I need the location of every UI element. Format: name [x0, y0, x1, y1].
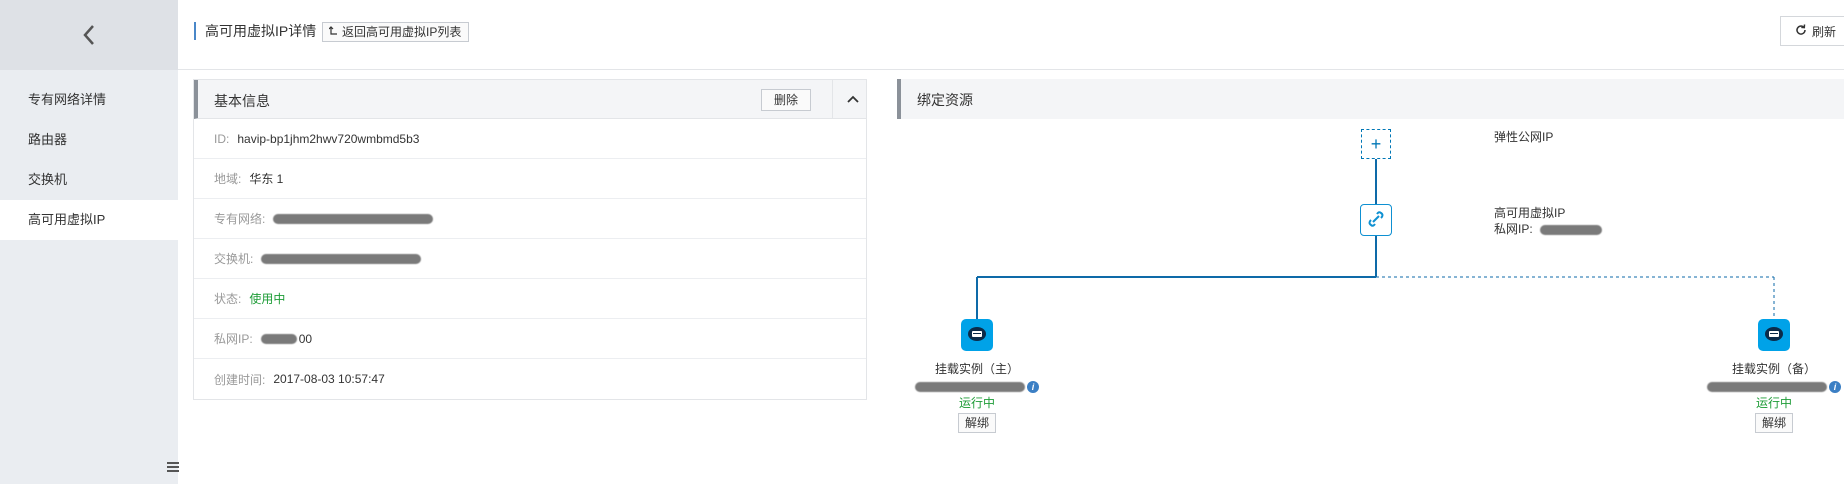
redacted-vpc-value — [273, 213, 434, 224]
havip-private-ip: 私网IP: — [1494, 221, 1603, 237]
primary-instance-info: 挂载实例（主） i 运行中 解绑 — [892, 361, 1062, 433]
primary-instance-node — [961, 319, 993, 351]
field-label: 创建时间: — [214, 372, 266, 387]
created-time-value: 2017-08-03 10:57:47 — [273, 372, 385, 386]
topology-diagram: + 弹性公网IP 高可用虚拟IP 私网IP: 挂载实例（主） i 运行中 解绑 — [897, 79, 1844, 479]
info-row-status: 状态: 使用中 — [194, 279, 866, 319]
sidebar-item-vswitch[interactable]: 交换机 — [0, 160, 178, 200]
add-eip-button[interactable]: + — [1361, 129, 1391, 159]
field-label: ID: — [214, 131, 230, 146]
refresh-label: 刷新 — [1812, 24, 1837, 39]
backup-instance-id: i — [1689, 378, 1844, 395]
status-value: 使用中 — [249, 292, 286, 306]
page-title: 高可用虚拟IP详情 — [194, 22, 316, 40]
backup-instance-node — [1758, 319, 1790, 351]
primary-unbind-button[interactable]: 解绑 — [957, 413, 996, 433]
collapse-panel-button[interactable] — [832, 80, 872, 118]
redacted-havip-ip — [1540, 224, 1603, 235]
page-header: 高可用虚拟IP详情 返回高可用虚拟IP列表 刷新 — [178, 0, 1844, 70]
info-row-created: 创建时间: 2017-08-03 10:57:47 — [194, 359, 866, 399]
field-label: 交换机: — [214, 252, 254, 266]
chevron-up-icon — [846, 92, 859, 106]
chevron-left-icon — [82, 24, 96, 46]
plus-icon: + — [1370, 133, 1382, 154]
backup-instance-info: 挂载实例（备） i 运行中 解绑 — [1689, 361, 1844, 433]
refresh-icon — [1795, 23, 1807, 39]
redacted-primary-id — [915, 381, 1025, 392]
info-icon[interactable]: i — [1829, 380, 1841, 393]
info-row-vswitch: 交换机: — [194, 239, 866, 279]
backup-unbind-button[interactable]: 解绑 — [1754, 413, 1793, 433]
field-label: 私网IP: — [214, 332, 253, 346]
server-icon — [967, 326, 987, 345]
eip-label: 弹性公网IP — [1494, 130, 1554, 144]
havip-id-value: havip-bp1jhm2hwv720wmbmd5b3 — [237, 131, 420, 146]
field-label: 地域: — [214, 172, 242, 186]
private-ip-value: 00 — [298, 331, 313, 346]
sidebar-collapse-icon[interactable] — [166, 458, 180, 476]
sidebar-item-router[interactable]: 路由器 — [0, 120, 178, 160]
primary-instance-id: i — [892, 378, 1062, 395]
field-label: 专有网络: — [214, 212, 266, 226]
link-icon — [1366, 209, 1386, 232]
basic-info-header: 基本信息 删除 — [194, 80, 866, 119]
delete-button[interactable]: 删除 — [761, 89, 811, 111]
region-value: 华东 1 — [249, 172, 284, 186]
back-to-list-button[interactable]: 返回高可用虚拟IP列表 — [322, 22, 470, 42]
info-icon[interactable]: i — [1027, 380, 1039, 393]
backup-instance-status: 运行中 — [1755, 396, 1792, 410]
binding-resources-panel: 绑定资源 + 弹性公网IP 高可用虚拟IP 私网IP: 挂载实例（主） i 运行… — [897, 79, 1844, 479]
info-row-id: ID: havip-bp1jhm2hwv720wmbmd5b3 — [194, 119, 866, 159]
backup-instance-role: 挂载实例（备） — [1731, 362, 1816, 376]
sidebar: 专有网络详情 路由器 交换机 高可用虚拟IP — [0, 0, 180, 484]
return-arrow-icon — [328, 23, 338, 41]
info-row-private-ip: 私网IP: 00 — [194, 319, 866, 359]
havip-label: 高可用虚拟IP — [1494, 206, 1566, 220]
redacted-vswitch-value — [261, 253, 422, 264]
sidebar-menu: 专有网络详情 路由器 交换机 高可用虚拟IP — [0, 80, 178, 240]
field-label: 状态: — [214, 292, 242, 306]
info-row-vpc: 专有网络: — [194, 199, 866, 239]
basic-info-title: 基本信息 — [214, 93, 270, 109]
redacted-backup-id — [1707, 381, 1827, 392]
havip-private-ip-label: 私网IP: — [1494, 222, 1533, 236]
refresh-button[interactable]: 刷新 — [1780, 16, 1844, 46]
redacted-ip-prefix — [260, 333, 297, 344]
back-nav-button[interactable] — [0, 0, 178, 70]
primary-instance-role: 挂载实例（主） — [934, 362, 1019, 376]
back-to-list-label: 返回高可用虚拟IP列表 — [342, 25, 462, 39]
server-icon — [1764, 326, 1784, 345]
havip-node — [1360, 204, 1392, 236]
basic-info-panel: 基本信息 删除 ID: havip-bp1jhm2hwv720wmbmd5b3 … — [193, 79, 867, 400]
sidebar-item-vpc-details[interactable]: 专有网络详情 — [0, 80, 178, 120]
sidebar-item-havip[interactable]: 高可用虚拟IP — [0, 200, 178, 240]
primary-instance-status: 运行中 — [958, 396, 995, 410]
info-row-region: 地域: 华东 1 — [194, 159, 866, 199]
